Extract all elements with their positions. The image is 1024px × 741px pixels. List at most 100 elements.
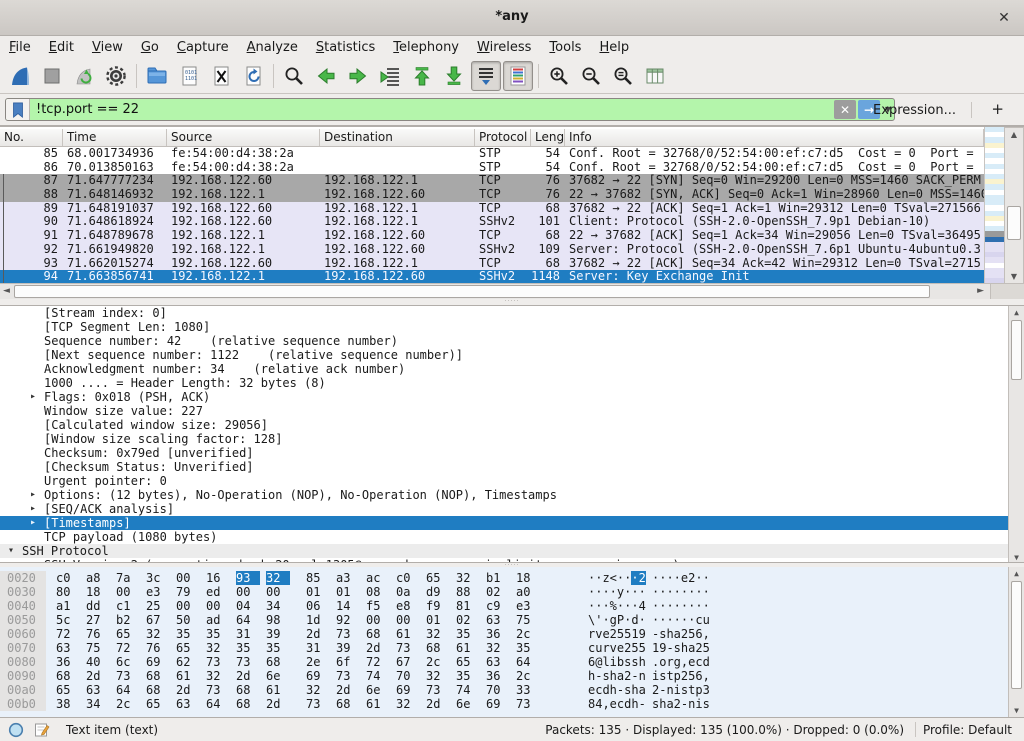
hex-byte[interactable]: 68 xyxy=(336,697,360,711)
hex-byte[interactable]: 69 xyxy=(146,655,170,669)
profile-button[interactable]: Profile: Default xyxy=(923,723,1012,737)
column-header-src[interactable]: Source xyxy=(167,129,320,146)
menu-item-statistics[interactable]: Statistics xyxy=(307,38,384,57)
packet-list-horizontal-scrollbar[interactable]: ◄ ► xyxy=(0,283,1024,299)
capture-options-button[interactable] xyxy=(101,61,131,91)
hex-byte[interactable]: ac xyxy=(366,571,390,585)
hex-byte[interactable]: 18 xyxy=(86,585,110,599)
hex-byte[interactable]: e8 xyxy=(396,599,420,613)
hex-byte[interactable]: 73 xyxy=(516,697,540,711)
expander-icon[interactable]: ▸ xyxy=(30,488,36,502)
save-file-button[interactable]: 01011101 xyxy=(174,61,204,91)
hex-byte[interactable]: 35 xyxy=(176,627,200,641)
scroll-right-icon[interactable]: ► xyxy=(977,286,984,296)
expander-icon[interactable]: ▸ xyxy=(30,516,36,530)
detail-line[interactable]: Checksum: 0x79ed [unverified] xyxy=(0,446,1008,460)
menu-item-wireless[interactable]: Wireless xyxy=(468,38,540,57)
detail-line[interactable]: ▸[SEQ/ACK analysis] xyxy=(0,502,1008,516)
packet-row-90[interactable]: 9071.648618924192.168.122.60192.168.122.… xyxy=(0,215,984,229)
scrollbar-thumb[interactable] xyxy=(14,285,930,298)
hex-byte[interactable]: 80 xyxy=(56,585,80,599)
hex-byte[interactable]: 2d xyxy=(236,669,260,683)
hex-byte[interactable]: 32 xyxy=(266,571,290,585)
hex-byte[interactable]: 00 xyxy=(176,599,200,613)
hex-byte[interactable]: 39 xyxy=(266,627,290,641)
go-to-packet-button[interactable] xyxy=(375,61,405,91)
hex-byte[interactable]: 32 xyxy=(396,697,420,711)
hex-byte[interactable]: 39 xyxy=(336,641,360,655)
detail-line[interactable]: 1000 .... = Header Length: 32 bytes (8) xyxy=(0,376,1008,390)
detail-line[interactable]: ▸Flags: 0x018 (PSH, ACK) xyxy=(0,390,1008,404)
details-vertical-scrollbar[interactable]: ▲ ▼ xyxy=(1008,306,1024,563)
hex-byte[interactable]: 74 xyxy=(456,683,480,697)
packet-list-vertical-scrollbar[interactable]: ▲ ▼ xyxy=(1004,127,1024,284)
menu-item-tools[interactable]: Tools xyxy=(540,38,590,57)
hex-byte[interactable]: 35 xyxy=(236,641,260,655)
hex-byte[interactable]: dd xyxy=(86,599,110,613)
hex-byte[interactable]: 81 xyxy=(456,599,480,613)
hex-byte[interactable]: 6f xyxy=(336,655,360,669)
detail-line[interactable]: ▸Options: (12 bytes), No-Operation (NOP)… xyxy=(0,488,1008,502)
menu-item-telephony[interactable]: Telephony xyxy=(384,38,468,57)
hex-byte[interactable]: 63 xyxy=(486,613,510,627)
detail-line[interactable]: [TCP Segment Len: 1080] xyxy=(0,320,1008,334)
detail-line[interactable]: Acknowledgment number: 34 (relative ack … xyxy=(0,362,1008,376)
hex-byte[interactable]: 64 xyxy=(206,697,230,711)
hex-row[interactable]: 0030801800e379ed00000101080ad98802a0····… xyxy=(0,585,1008,599)
hex-byte[interactable]: 79 xyxy=(176,585,200,599)
hex-byte[interactable]: 27 xyxy=(86,613,110,627)
start-capture-button[interactable] xyxy=(5,61,35,91)
hex-byte[interactable]: 72 xyxy=(56,627,80,641)
column-header-len[interactable]: Length xyxy=(531,129,565,146)
hex-byte[interactable]: 73 xyxy=(426,683,450,697)
hex-byte[interactable]: 64 xyxy=(236,613,260,627)
hex-byte[interactable]: 68 xyxy=(146,683,170,697)
hex-byte[interactable]: 73 xyxy=(336,669,360,683)
column-header-proto[interactable]: Protocol xyxy=(475,129,531,146)
menu-item-edit[interactable]: Edit xyxy=(40,38,83,57)
detail-line[interactable]: [Calculated window size: 29056] xyxy=(0,418,1008,432)
hex-byte[interactable]: 61 xyxy=(366,697,390,711)
hex-byte[interactable]: 65 xyxy=(146,697,170,711)
hex-byte[interactable]: 65 xyxy=(116,627,140,641)
hex-byte[interactable]: ad xyxy=(206,613,230,627)
hex-byte[interactable]: e3 xyxy=(516,599,540,613)
hex-byte[interactable]: 00 xyxy=(116,585,140,599)
last-packet-button[interactable] xyxy=(439,61,469,91)
hex-byte[interactable]: 69 xyxy=(306,669,330,683)
hex-byte[interactable]: 6e xyxy=(366,683,390,697)
hex-byte[interactable]: e3 xyxy=(146,585,170,599)
hex-byte[interactable]: 64 xyxy=(516,655,540,669)
hex-byte[interactable]: 68 xyxy=(266,655,290,669)
scroll-up-icon[interactable]: ▲ xyxy=(1005,130,1023,139)
zoom-out-button[interactable] xyxy=(576,61,606,91)
hex-byte[interactable]: 61 xyxy=(176,669,200,683)
menu-item-analyze[interactable]: Analyze xyxy=(238,38,307,57)
hex-byte[interactable]: 2c xyxy=(516,669,540,683)
detail-line[interactable]: Window size value: 227 xyxy=(0,404,1008,418)
first-packet-button[interactable] xyxy=(407,61,437,91)
hex-byte[interactable]: a8 xyxy=(86,571,110,585)
hex-byte[interactable]: 7a xyxy=(116,571,140,585)
hex-byte[interactable]: 93 xyxy=(236,571,260,585)
hex-byte[interactable]: c9 xyxy=(486,599,510,613)
menu-item-go[interactable]: Go xyxy=(132,38,168,57)
hex-byte[interactable]: 70 xyxy=(486,683,510,697)
hex-byte[interactable]: 2e xyxy=(306,655,330,669)
bookmark-icon[interactable] xyxy=(6,98,30,121)
packet-row-89[interactable]: 8971.648191037192.168.122.60192.168.122.… xyxy=(0,202,984,216)
hex-byte[interactable]: a3 xyxy=(336,571,360,585)
resize-columns-button[interactable] xyxy=(640,61,670,91)
auto-scroll-button[interactable] xyxy=(471,61,501,91)
scroll-up-icon[interactable]: ▲ xyxy=(1009,308,1024,317)
menu-item-capture[interactable]: Capture xyxy=(168,38,238,57)
hex-byte[interactable]: 61 xyxy=(396,627,420,641)
find-packet-button[interactable] xyxy=(279,61,309,91)
hex-byte[interactable]: 65 xyxy=(176,641,200,655)
hex-byte[interactable]: 32 xyxy=(456,571,480,585)
hex-byte[interactable]: 34 xyxy=(86,697,110,711)
hex-byte[interactable]: 31 xyxy=(236,627,260,641)
hex-byte[interactable]: 68 xyxy=(366,627,390,641)
detail-line[interactable]: [Stream index: 0] xyxy=(0,306,1008,320)
hex-byte[interactable]: 00 xyxy=(366,613,390,627)
